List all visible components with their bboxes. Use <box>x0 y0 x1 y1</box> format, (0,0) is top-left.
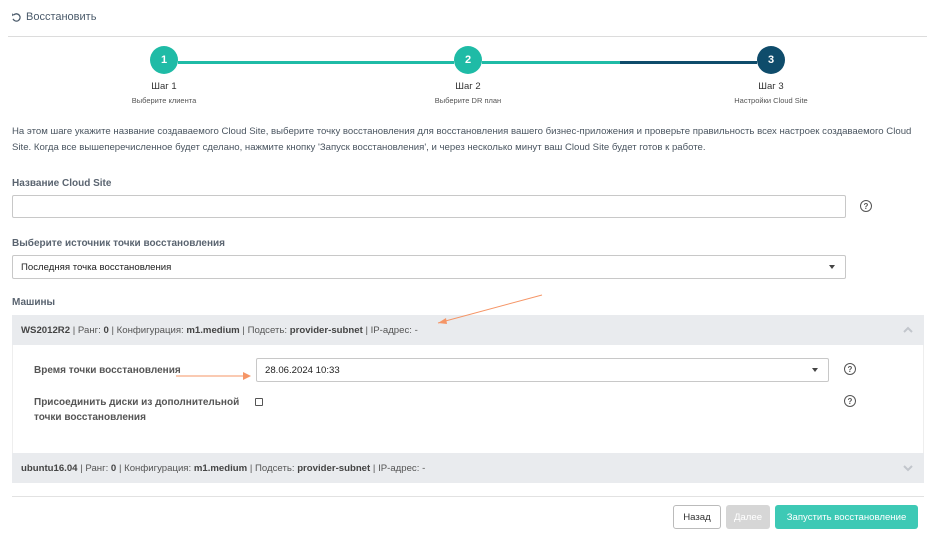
step-3[interactable]: 3 Шаг 3 Настройки Cloud Site <box>711 46 831 105</box>
step-1-subtitle: Выберите клиента <box>131 96 197 105</box>
step-1-title: Шаг 1 <box>151 81 177 92</box>
start-restore-button[interactable]: Запустить восстановление <box>775 505 918 529</box>
restore-source-value: Последняя точка восстановления <box>21 261 172 273</box>
page-title: Восстановить <box>26 11 97 23</box>
machine-name: ubuntu16.04 <box>21 462 78 474</box>
step-3-title: Шаг 3 <box>758 81 784 92</box>
machine-ip: - <box>422 462 426 474</box>
restore-time-select[interactable]: 28.06.2024 10:33 <box>256 358 829 382</box>
machine-name: WS2012R2 <box>21 324 71 336</box>
machine-subnet: provider-subnet <box>297 462 371 474</box>
step-1-circle: 1 <box>150 46 178 74</box>
machines-label: Машины <box>12 297 56 308</box>
attach-disks-checkbox[interactable] <box>255 398 263 406</box>
restore-time-help-icon[interactable]: ? <box>844 363 856 375</box>
machine-panel-body-ws2012r2: Время точки восстановления 28.06.2024 10… <box>12 345 924 453</box>
attach-disks-help-icon[interactable]: ? <box>844 395 856 407</box>
step-1[interactable]: 1 Шаг 1 Выберите клиента <box>104 46 224 105</box>
machine-rank: 0 <box>103 324 109 336</box>
wizard-stepper: 1 Шаг 1 Выберите клиента 2 Шаг 2 Выберит… <box>0 46 939 108</box>
header-divider <box>8 36 927 37</box>
restore-source-label: Выберите источник точки восстановления <box>12 238 226 249</box>
step-3-subtitle: Настройки Cloud Site <box>734 96 808 105</box>
restore-header-link[interactable]: Восстановить <box>11 11 96 23</box>
step-2-subtitle: Выберите DR план <box>434 96 502 105</box>
back-button[interactable]: Назад <box>673 505 721 529</box>
step-description: На этом шаге укажите название создаваемо… <box>12 126 912 153</box>
step-2-title: Шаг 2 <box>455 81 481 92</box>
machine-panel-header-ws2012r2[interactable]: WS2012R2 | Ранг: 0 | Конфигурация: m1.me… <box>12 315 924 345</box>
cloud-site-name-label: Название Cloud Site <box>12 178 112 189</box>
chevron-down-icon <box>812 368 818 372</box>
machine-rank: 0 <box>110 462 117 474</box>
step-3-circle: 3 <box>757 46 785 74</box>
attach-disks-label: Присоединить диски из дополнительной точ… <box>34 397 240 423</box>
cloud-site-name-input[interactable] <box>12 195 846 218</box>
step-2[interactable]: 2 Шаг 2 Выберите DR план <box>408 46 528 105</box>
machine-config: m1.medium <box>193 462 248 474</box>
next-button[interactable]: Далее <box>726 505 770 529</box>
restore-icon <box>12 12 21 22</box>
machine-subnet: provider-subnet <box>289 324 363 336</box>
machine-ip: - <box>414 324 418 336</box>
restore-time-value: 28.06.2024 10:33 <box>265 364 340 376</box>
footer-divider <box>12 496 924 497</box>
machine-config: m1.medium <box>186 324 240 336</box>
restore-time-label: Время точки восстановления <box>34 365 181 376</box>
step-2-circle: 2 <box>454 46 482 74</box>
chevron-down-icon <box>829 265 835 269</box>
cloud-site-name-help-icon[interactable]: ? <box>860 200 872 212</box>
machine-panel-header-ubuntu[interactable]: ubuntu16.04 | Ранг: 0 | Конфигурация: m1… <box>12 453 924 483</box>
chevron-down-icon[interactable] <box>902 462 914 474</box>
chevron-up-icon[interactable] <box>902 324 914 336</box>
restore-source-select[interactable]: Последняя точка восстановления <box>12 255 846 279</box>
